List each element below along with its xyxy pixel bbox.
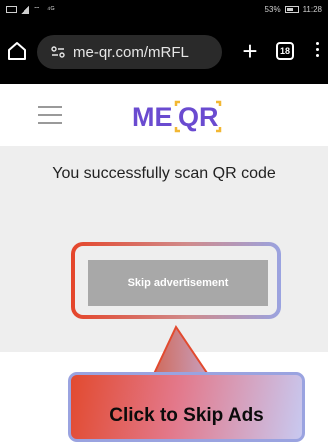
site-info-icon[interactable] — [51, 46, 65, 58]
me-qr-logo[interactable]: ME QR — [132, 96, 232, 136]
more-vert-icon[interactable] — [314, 40, 320, 62]
tab-switcher-button[interactable]: 18 — [276, 42, 294, 60]
svg-text:ME: ME — [132, 102, 173, 132]
hamburger-menu-icon[interactable] — [38, 106, 62, 124]
content-panel: You successfully scan QR code Skip adver… — [0, 146, 328, 352]
battery-icon — [284, 6, 299, 13]
success-message: You successfully scan QR code — [52, 165, 276, 182]
network-type-label: ⁴ᴳ — [47, 5, 55, 14]
status-left: ⌔ ⁴ᴳ — [6, 5, 54, 14]
site-header: ME QR — [0, 84, 328, 146]
new-tab-button[interactable]: + — [236, 36, 264, 66]
url-text: me-qr.com/mRFL — [73, 43, 189, 61]
skip-ads-callout: Click to Skip Ads — [68, 372, 305, 442]
plus-icon: + — [242, 36, 258, 66]
status-right: 53% 11:28 — [265, 5, 322, 14]
svg-text:QR: QR — [178, 102, 219, 132]
clock: 11:28 — [302, 5, 322, 14]
wifi-icon: ⌔ — [33, 4, 41, 14]
home-icon[interactable] — [6, 40, 28, 62]
callout-text: Click to Skip Ads — [109, 405, 264, 426]
tab-count: 18 — [279, 46, 290, 56]
browser-toolbar: me-qr.com/mRFL + 18 — [0, 22, 328, 84]
address-bar[interactable]: me-qr.com/mRFL — [37, 35, 222, 69]
skip-advertisement-button[interactable]: Skip advertisement — [88, 260, 268, 306]
battery-percent: 53% — [264, 5, 281, 14]
status-bar: ⌔ ⁴ᴳ 53% 11:28 — [0, 0, 328, 22]
signal-icon — [21, 5, 29, 14]
message-icon — [6, 6, 17, 13]
